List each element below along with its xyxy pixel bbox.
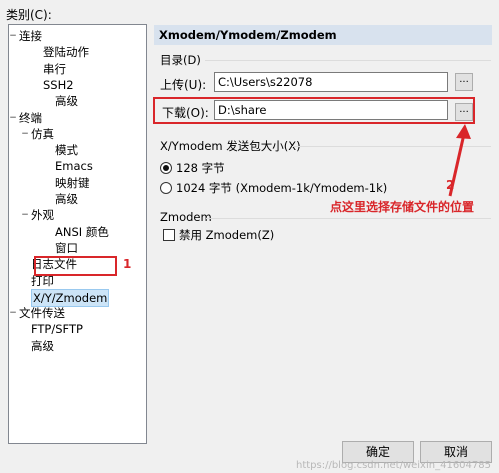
- disable-zmodem-label: 禁用 Zmodem(Z): [179, 228, 275, 242]
- packet-128-radio[interactable]: [160, 162, 172, 174]
- tree-item[interactable]: 窗口: [9, 240, 145, 256]
- tree-item[interactable]: 模式: [9, 142, 145, 158]
- upload-browse-button[interactable]: ...: [455, 73, 473, 91]
- tree-item-label: 高级: [55, 192, 78, 206]
- tree-item[interactable]: X/Y/Zmodem: [9, 288, 145, 307]
- tree-item-label: 映射键: [55, 175, 90, 190]
- expand-icon[interactable]: −: [8, 305, 18, 321]
- dir-group-divider: [205, 60, 491, 61]
- expand-icon[interactable]: −: [8, 28, 18, 44]
- tree-item[interactable]: 映射键: [9, 175, 145, 191]
- expand-icon[interactable]: −: [20, 207, 30, 223]
- tree-item-label: 终端: [19, 110, 42, 125]
- tree-item[interactable]: 串行: [9, 61, 145, 77]
- tree-item[interactable]: FTP/SFTP: [9, 321, 145, 337]
- tree-item[interactable]: Emacs: [9, 158, 145, 174]
- tree-item[interactable]: 登陆动作: [9, 44, 145, 60]
- tree-item-label: 登陆动作: [43, 45, 89, 60]
- download-highlight-box: [153, 97, 475, 124]
- tree-item[interactable]: 高级: [9, 93, 145, 109]
- tree-item[interactable]: ANSI 颜色: [9, 224, 145, 240]
- dir-group-title: 目录(D): [160, 53, 201, 67]
- annotation-number-1: 1: [123, 257, 132, 271]
- tree-item-label: 连接: [19, 29, 42, 43]
- tree-item[interactable]: 高级: [9, 191, 145, 207]
- tree-item[interactable]: − 仿真: [9, 126, 145, 142]
- category-label: 类别(C):: [6, 8, 52, 22]
- tree-item-label: 模式: [55, 143, 78, 158]
- tree-item[interactable]: − 文件传送: [9, 305, 145, 321]
- tree-item[interactable]: − 终端: [9, 110, 145, 126]
- tree-item-label: Emacs: [55, 159, 93, 174]
- packet-size-group-title: X/Ymodem 发送包大小(X): [160, 139, 301, 153]
- disable-zmodem-checkbox[interactable]: [163, 229, 175, 241]
- zmodem-highlight-box: [34, 256, 117, 276]
- annotation-note: 点这里选择存储文件的位置: [330, 200, 475, 214]
- tree-item-label: 高级: [31, 338, 54, 353]
- tree-item-label: 高级: [55, 94, 78, 109]
- zmodem-group-title: Zmodem: [160, 210, 212, 224]
- tree-item[interactable]: − 外观: [9, 207, 145, 223]
- tree-item-label: 文件传送: [19, 306, 65, 321]
- packet-1024-label: 1024 字节 (Xmodem-1k/Ymodem-1k): [176, 181, 388, 195]
- tree-item-label: 串行: [43, 61, 66, 76]
- tree-item-label: ANSI 颜色: [55, 224, 109, 239]
- expand-icon[interactable]: −: [20, 126, 30, 142]
- packet-128-label: 128 字节: [176, 161, 225, 175]
- tree-item-label: 外观: [31, 208, 54, 223]
- tree-item[interactable]: 高级: [9, 338, 145, 354]
- tree-item-label: FTP/SFTP: [31, 322, 83, 337]
- panel-header: Xmodem/Ymodem/Zmodem: [154, 25, 492, 45]
- category-tree[interactable]: − 连接 登陆动作 串行 SSH2 高级 − 终端 − 仿真 模式 Emacs 映射键 高级 − 外观 ANSI…: [8, 24, 147, 444]
- watermark: https://blog.csdn.net/weixin_41604785: [295, 460, 491, 471]
- tree-item[interactable]: − 连接: [9, 28, 145, 44]
- tree-item-label: 窗口: [55, 240, 78, 255]
- upload-label: 上传(U):: [160, 78, 207, 92]
- upload-path-field[interactable]: C:\Users\s22078: [214, 72, 448, 92]
- tree-item-label: SSH2: [43, 77, 74, 92]
- annotation-arrow: [448, 124, 471, 197]
- zmodem-group-divider: [206, 218, 491, 219]
- tree-item-label: X/Y/Zmodem: [31, 288, 110, 307]
- packet-1024-radio[interactable]: [160, 182, 172, 194]
- expand-icon[interactable]: −: [8, 110, 18, 126]
- tree-item[interactable]: SSH2: [9, 77, 145, 93]
- tree-item-label: 仿真: [31, 126, 54, 141]
